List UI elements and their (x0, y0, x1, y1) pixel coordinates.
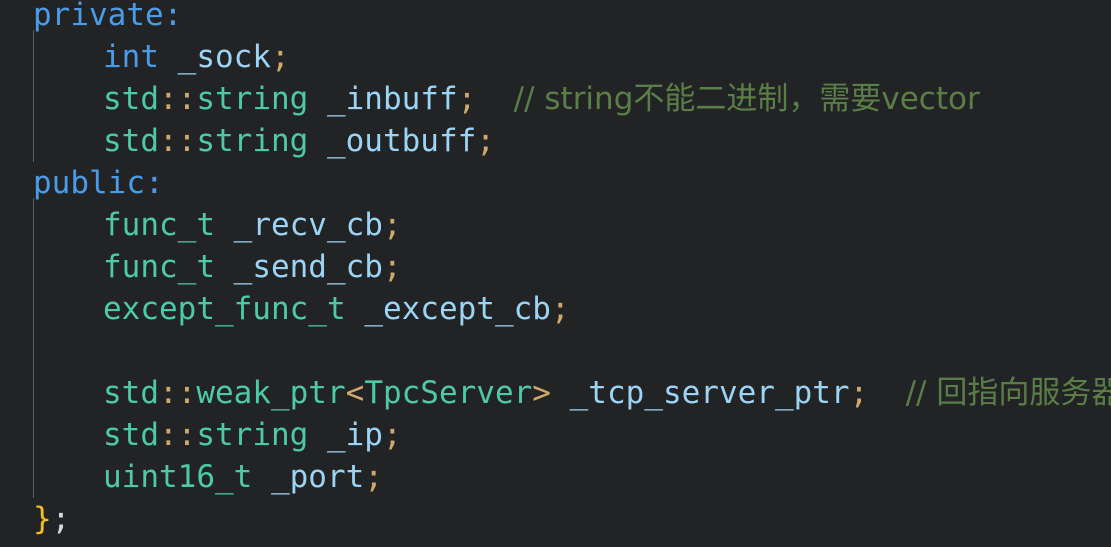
code-token-type: func_t (103, 249, 215, 285)
code-token-keyword: : (163, 0, 183, 33)
code-token-punctuation: > (532, 375, 551, 411)
code-line[interactable]: std::string _ip; (0, 414, 402, 456)
code-token-comment: // 回指向服务器 (905, 375, 1111, 411)
code-line[interactable]: }; (0, 498, 70, 540)
code-token-type: TpcServer (364, 375, 533, 411)
code-editor-screenshot: private: int _sock; std::string _inbuff; /… (0, 0, 1111, 547)
code-token-type: string (196, 81, 309, 117)
code-token-variable: _inbuff (326, 81, 458, 117)
code-token-type: std (103, 123, 159, 159)
code-token-type: std (103, 81, 159, 117)
code-token-punctuation: ; (382, 249, 402, 285)
code-line[interactable]: int _sock; (0, 36, 290, 78)
code-token-variable: _tcp_server_ptr (569, 375, 850, 411)
code-token-keyword: int (103, 39, 159, 75)
code-line[interactable]: std::string _outbuff; (0, 120, 495, 162)
code-line[interactable]: std::string _inbuff; // string不能二进制，需要ve… (0, 78, 980, 120)
code-token-variable: _send_cb (233, 249, 383, 285)
code-token-punctuation: ; (382, 417, 402, 453)
code-token-keyword: private (33, 0, 164, 33)
code-surface[interactable]: private: int _sock; std::string _inbuff; /… (0, 0, 1111, 547)
code-token-variable: _except_cb (364, 291, 551, 327)
code-line[interactable]: std::weak_ptr<TpcServer> _tcp_server_ptr… (0, 372, 1111, 414)
code-line[interactable]: except_func_t _except_cb; (0, 288, 570, 330)
code-token-type: std (103, 417, 159, 453)
code-token-variable: _outbuff (326, 123, 477, 159)
code-token-type: weak_ptr (196, 375, 346, 411)
code-token-type: func_t (103, 207, 215, 243)
code-token-punctuation: ; (457, 81, 477, 117)
code-token-punctuation: ; (476, 123, 495, 159)
code-line[interactable]: func_t _send_cb; (0, 246, 402, 288)
code-token-type: string (196, 417, 309, 453)
code-token-type: string (196, 123, 309, 159)
code-token-variable: _recv_cb (233, 207, 383, 243)
code-token-variable: _sock (177, 39, 271, 75)
code-token-punctuation: :: (159, 123, 197, 159)
code-token-punctuation: ; (849, 375, 869, 411)
code-line[interactable] (0, 330, 122, 372)
code-token-punctuation: :: (159, 417, 197, 453)
code-line[interactable]: private: (0, 0, 182, 36)
code-line[interactable]: public: (0, 162, 164, 204)
code-token-keyword: public (33, 165, 145, 201)
code-token-brace: } (33, 501, 52, 537)
code-token-punctuation: ; (271, 39, 290, 75)
code-token-punctuation: :: (159, 375, 197, 411)
code-token-type: uint16_t (103, 459, 253, 495)
code-token-plain: ; (51, 501, 71, 537)
code-token-comment: // string不能二进制，需要vector (513, 81, 980, 117)
code-token-type: std (103, 375, 159, 411)
code-token-variable: _port (270, 459, 365, 495)
code-token-keyword: : (144, 165, 164, 201)
code-token-type: except_func_t (103, 291, 346, 327)
code-line[interactable]: uint16_t _port; (0, 456, 383, 498)
code-token-punctuation: ; (364, 459, 383, 495)
code-line[interactable]: func_t _recv_cb; (0, 204, 402, 246)
code-token-punctuation: :: (159, 81, 197, 117)
code-token-punctuation: ; (382, 207, 402, 243)
code-token-punctuation: ; (550, 291, 570, 327)
code-token-punctuation: < (345, 375, 365, 411)
code-token-variable: _ip (326, 417, 383, 453)
